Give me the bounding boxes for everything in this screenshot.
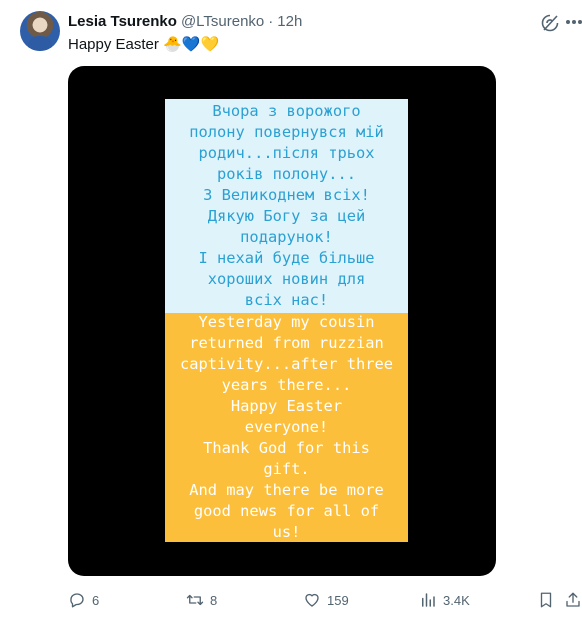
hatching-chick-emoji: 🐣: [163, 35, 182, 53]
repost-count: 8: [210, 592, 218, 608]
like-button[interactable]: 159: [303, 588, 349, 612]
tweet[interactable]: Lesia Tsurenko @LTsurenko · 12h Happy Ea…: [0, 0, 582, 619]
story-ukrainian-text: Вчора з ворожого полону повернувся мій р…: [189, 102, 384, 309]
story-english-text: Yesterday my cousin returned from ruzzia…: [179, 313, 394, 541]
tweet-text-body: Happy Easter: [68, 36, 159, 53]
tweet-media-image[interactable]: Вчора з ворожого полону повернувся мій р…: [68, 66, 496, 576]
reply-count: 6: [92, 592, 100, 608]
share-icon: [566, 592, 580, 607]
timestamp[interactable]: 12h: [277, 13, 302, 30]
reply-icon: [70, 593, 84, 608]
grok-icon[interactable]: [540, 13, 560, 33]
share-button[interactable]: [564, 588, 582, 612]
views-button[interactable]: 3.4K: [419, 588, 470, 612]
yellow-heart-emoji: 💛: [200, 35, 220, 53]
avatar[interactable]: [20, 11, 60, 51]
repost-button[interactable]: 8: [186, 588, 217, 612]
tweet-header: Lesia Tsurenko @LTsurenko · 12h: [68, 11, 302, 31]
like-icon: [305, 593, 319, 607]
author-handle[interactable]: @LTsurenko: [181, 13, 264, 30]
reply-button[interactable]: 6: [68, 588, 99, 612]
views-icon: [422, 593, 435, 607]
separator-dot: ·: [268, 12, 274, 30]
like-count: 159: [327, 592, 349, 608]
story-ukrainian-panel: Вчора з ворожого полону повернувся мій р…: [165, 99, 408, 313]
action-bar: 6 8 159 3.4K: [0, 588, 582, 612]
author-name[interactable]: Lesia Tsurenko: [68, 13, 177, 30]
tweet-text: Happy Easter 🐣💙💛: [68, 35, 219, 53]
bookmark-button[interactable]: [537, 588, 561, 612]
views-count: 3.4K: [443, 592, 470, 608]
retweet-icon: [186, 594, 204, 606]
more-icon[interactable]: [566, 20, 582, 26]
story-english-panel: Yesterday my cousin returned from ruzzia…: [165, 313, 408, 542]
bookmark-icon: [540, 592, 552, 608]
blue-heart-emoji: 💙: [181, 35, 201, 53]
